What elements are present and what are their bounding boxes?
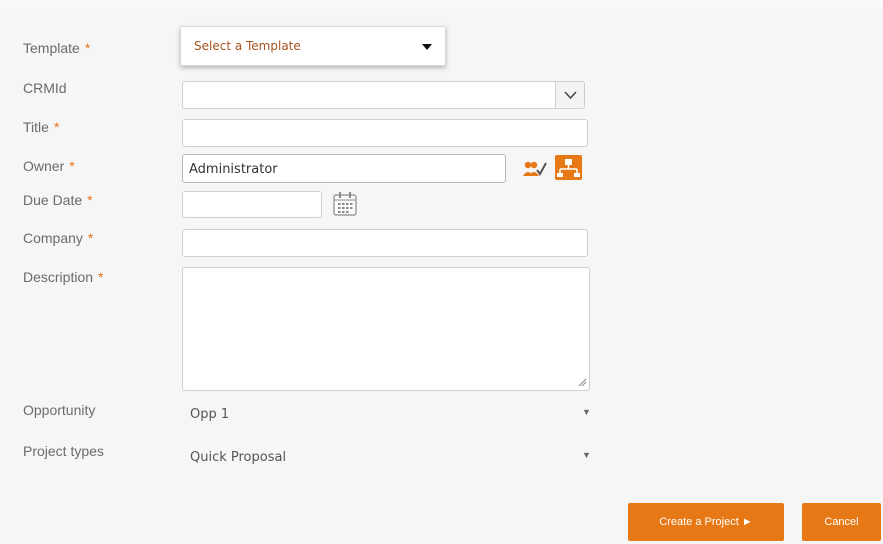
chevron-down-icon — [564, 91, 577, 100]
caret-down-icon[interactable]: ▼ — [582, 450, 591, 460]
top-strip — [0, 0, 883, 8]
template-select[interactable]: Select a Template — [180, 26, 446, 66]
caret-down-icon[interactable]: ▼ — [582, 407, 591, 417]
owner-label: Owner * — [23, 158, 75, 174]
calendar-icon[interactable] — [333, 191, 357, 216]
org-chart-icon[interactable] — [555, 155, 582, 180]
owner-input[interactable]: Administrator — [182, 154, 506, 183]
project-types-select[interactable]: Quick Proposal — [190, 450, 286, 465]
caret-down-icon — [422, 44, 432, 50]
cancel-button[interactable]: Cancel — [802, 503, 881, 541]
opportunity-select[interactable]: Opp 1 — [190, 407, 229, 422]
due-date-label: Due Date * — [23, 192, 93, 208]
due-date-input[interactable] — [182, 191, 322, 218]
user-check-icon[interactable] — [523, 160, 547, 178]
create-project-button[interactable]: Create a Project ► — [628, 503, 784, 541]
title-input[interactable] — [182, 119, 588, 147]
opportunity-label: Opportunity — [23, 402, 96, 418]
resize-grip-icon[interactable] — [577, 377, 587, 387]
template-label: Template * — [23, 40, 91, 56]
template-select-text: Select a Template — [194, 39, 301, 53]
company-input[interactable] — [182, 229, 588, 257]
description-label: Description * — [23, 269, 104, 285]
crmid-input[interactable] — [182, 81, 556, 109]
company-label: Company * — [23, 230, 94, 246]
title-label: Title * — [23, 119, 60, 135]
crmid-label: CRMId — [23, 80, 67, 96]
crmid-dropdown-button[interactable] — [555, 81, 585, 109]
description-textarea[interactable] — [182, 267, 590, 391]
project-types-label: Project types — [23, 443, 104, 459]
